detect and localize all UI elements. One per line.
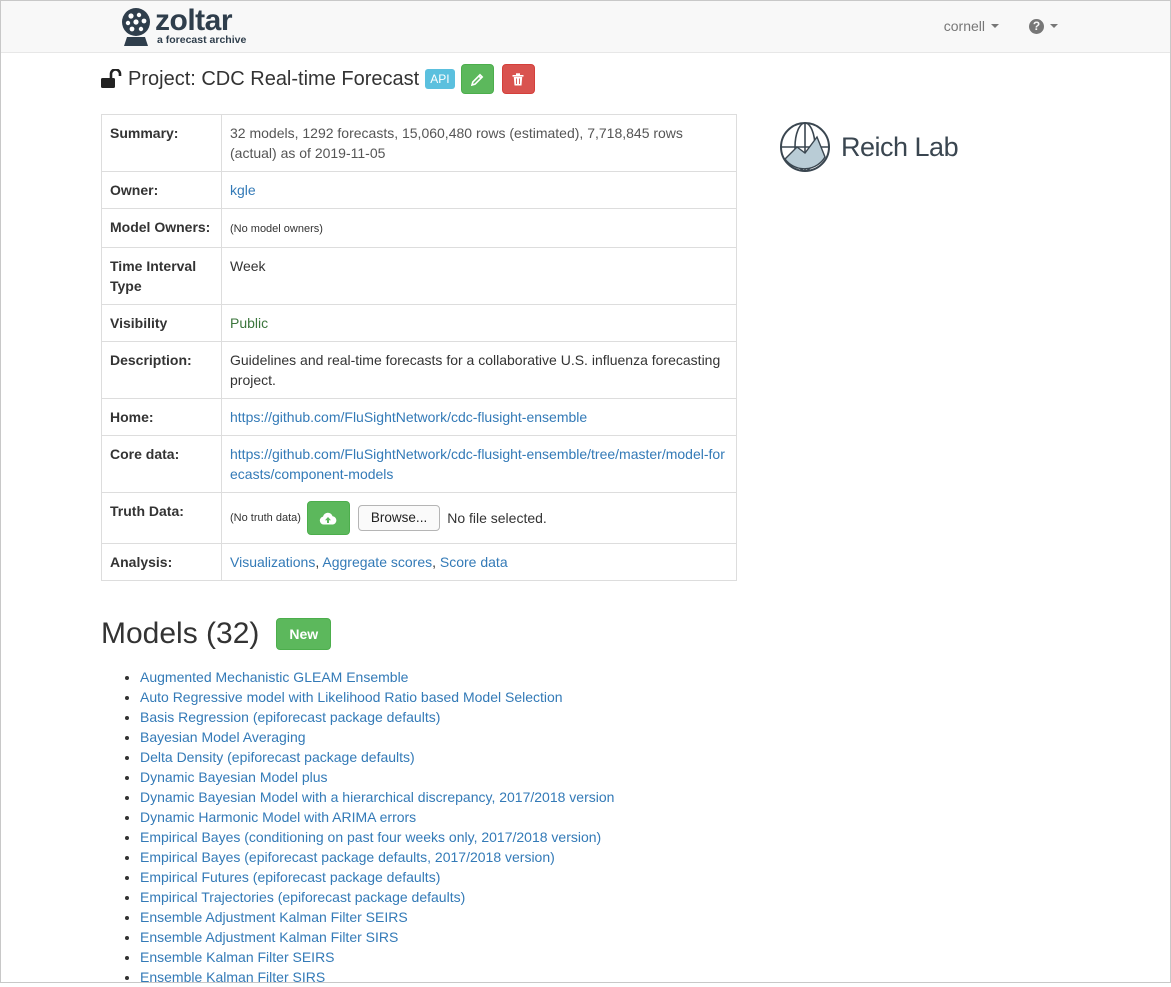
model-link[interactable]: Basis Regression (epiforecast package de… xyxy=(140,709,440,725)
new-model-button[interactable]: New xyxy=(276,618,332,650)
list-item: Ensemble Adjustment Kalman Filter SIRS xyxy=(140,927,614,947)
aggregate-scores-link[interactable]: Aggregate scores xyxy=(322,554,432,570)
owner-label: Owner: xyxy=(101,171,222,209)
edit-project-button[interactable] xyxy=(460,64,494,94)
model-link[interactable]: Auto Regressive model with Likelihood Ra… xyxy=(140,689,563,705)
list-item: Basis Regression (epiforecast package de… xyxy=(140,707,614,727)
trash-icon xyxy=(512,72,524,85)
truth-data-row: Truth Data: (No truth data) Browse... No… xyxy=(101,492,737,544)
owner-row: Owner: kgle xyxy=(101,171,737,209)
model-link[interactable]: Bayesian Model Averaging xyxy=(140,729,306,745)
model-link[interactable]: Empirical Futures (epiforecast package d… xyxy=(140,869,440,885)
user-menu-label: cornell xyxy=(943,18,985,34)
caret-down-icon xyxy=(991,24,999,28)
project-header: Project: CDC Real-time Forecast API xyxy=(100,64,543,94)
user-menu[interactable]: cornell xyxy=(944,18,999,34)
description-row: Description: Guidelines and real-time fo… xyxy=(101,341,737,399)
caret-down-icon xyxy=(1050,24,1058,28)
description-value: Guidelines and real-time forecasts for a… xyxy=(221,341,737,399)
list-item: Empirical Futures (epiforecast package d… xyxy=(140,867,614,887)
list-item: Dynamic Bayesian Model plus xyxy=(140,767,614,787)
brand-link[interactable]: zoltar a forecast archive xyxy=(119,3,247,47)
time-interval-label: Time Interval Type xyxy=(101,247,222,305)
truth-data-label: Truth Data: xyxy=(101,492,222,544)
core-data-link[interactable]: https://github.com/FluSightNetwork/cdc-f… xyxy=(230,446,725,482)
project-info-table: Summary: 32 models, 1292 forecasts, 15,0… xyxy=(101,114,737,581)
core-data-row: Core data: https://github.com/FluSightNe… xyxy=(101,435,737,493)
visibility-label: Visibility xyxy=(101,304,222,342)
model-owners-value: (No model owners) xyxy=(230,223,323,235)
unlock-icon xyxy=(101,69,122,88)
visualizations-link[interactable]: Visualizations xyxy=(230,554,315,570)
api-badge[interactable]: API xyxy=(425,69,455,89)
model-link[interactable]: Dynamic Bayesian Model with a hierarchic… xyxy=(140,789,614,805)
brand-tagline: a forecast archive xyxy=(157,33,247,46)
navbar: zoltar a forecast archive cornell ? xyxy=(1,1,1170,53)
list-item: Delta Density (epiforecast package defau… xyxy=(140,747,614,767)
time-interval-value: Week xyxy=(221,247,737,305)
reich-lab-label: Reich Lab xyxy=(841,131,959,162)
summary-row: Summary: 32 models, 1292 forecasts, 15,0… xyxy=(101,114,737,172)
page-title: Project: CDC Real-time Forecast xyxy=(128,67,420,90)
list-item: Auto Regressive model with Likelihood Ra… xyxy=(140,687,614,707)
models-title: Models (32) xyxy=(101,617,260,650)
home-label: Home: xyxy=(101,398,222,436)
question-circle-icon: ? xyxy=(1029,18,1044,34)
description-label: Description: xyxy=(101,341,222,399)
model-link[interactable]: Augmented Mechanistic GLEAM Ensemble xyxy=(140,669,408,685)
model-link[interactable]: Ensemble Adjustment Kalman Filter SIRS xyxy=(140,929,398,945)
brand-name: zoltar xyxy=(155,3,233,37)
zoltar-logo-icon xyxy=(122,8,150,46)
model-owners-label: Model Owners: xyxy=(101,208,222,248)
list-item: Empirical Bayes (epiforecast package def… xyxy=(140,847,614,867)
summary-value: 32 models, 1292 forecasts, 15,060,480 ro… xyxy=(221,114,737,172)
list-item: Ensemble Kalman Filter SEIRS xyxy=(140,947,614,967)
model-link[interactable]: Empirical Trajectories (epiforecast pack… xyxy=(140,889,465,905)
list-item: Dynamic Harmonic Model with ARIMA errors xyxy=(140,807,614,827)
no-file-label: No file selected. xyxy=(447,510,547,526)
visibility-row: Visibility Public xyxy=(101,304,737,342)
models-header: Models (32) New xyxy=(101,617,332,651)
reich-lab-globe-icon xyxy=(780,122,830,172)
core-data-label: Core data: xyxy=(101,435,222,493)
model-owners-row: Model Owners: (No model owners) xyxy=(101,208,737,248)
list-item: Ensemble Adjustment Kalman Filter SEIRS xyxy=(140,907,614,927)
cloud-upload-icon xyxy=(320,512,337,524)
list-item: Ensemble Kalman Filter SIRS xyxy=(140,967,614,987)
help-menu[interactable]: ? xyxy=(1029,18,1058,34)
list-item: Dynamic Bayesian Model with a hierarchic… xyxy=(140,787,614,807)
model-link[interactable]: Ensemble Adjustment Kalman Filter SEIRS xyxy=(140,909,408,925)
list-item: Empirical Bayes (conditioning on past fo… xyxy=(140,827,614,847)
models-list: Augmented Mechanistic GLEAM Ensemble Auto… xyxy=(120,667,614,987)
list-item: Empirical Trajectories (epiforecast pack… xyxy=(140,887,614,907)
summary-label: Summary: xyxy=(101,114,222,172)
list-item: Augmented Mechanistic GLEAM Ensemble xyxy=(140,667,614,687)
analysis-label: Analysis: xyxy=(101,543,222,581)
model-link[interactable]: Delta Density (epiforecast package defau… xyxy=(140,749,415,765)
model-link[interactable]: Empirical Bayes (conditioning on past fo… xyxy=(140,829,601,845)
reich-lab-logo: Reich Lab xyxy=(779,121,959,173)
pencil-icon xyxy=(470,73,483,86)
list-item: Bayesian Model Averaging xyxy=(140,727,614,747)
home-link[interactable]: https://github.com/FluSightNetwork/cdc-f… xyxy=(230,409,587,425)
model-link[interactable]: Ensemble Kalman Filter SEIRS xyxy=(140,949,335,965)
score-data-link[interactable]: Score data xyxy=(440,554,508,570)
model-link[interactable]: Dynamic Bayesian Model plus xyxy=(140,769,328,785)
owner-link[interactable]: kgle xyxy=(230,182,256,198)
visibility-value: Public xyxy=(230,315,269,331)
time-interval-row: Time Interval Type Week xyxy=(101,247,737,305)
analysis-row: Analysis: Visualizations, Aggregate scor… xyxy=(101,543,737,581)
delete-project-button[interactable] xyxy=(501,64,535,94)
truth-data-value: (No truth data) xyxy=(230,512,301,524)
model-link[interactable]: Dynamic Harmonic Model with ARIMA errors xyxy=(140,809,416,825)
model-link[interactable]: Empirical Bayes (epiforecast package def… xyxy=(140,849,555,865)
browse-file-button[interactable]: Browse... xyxy=(357,505,441,531)
home-row: Home: https://github.com/FluSightNetwork… xyxy=(101,398,737,436)
upload-truth-button[interactable] xyxy=(306,501,350,535)
